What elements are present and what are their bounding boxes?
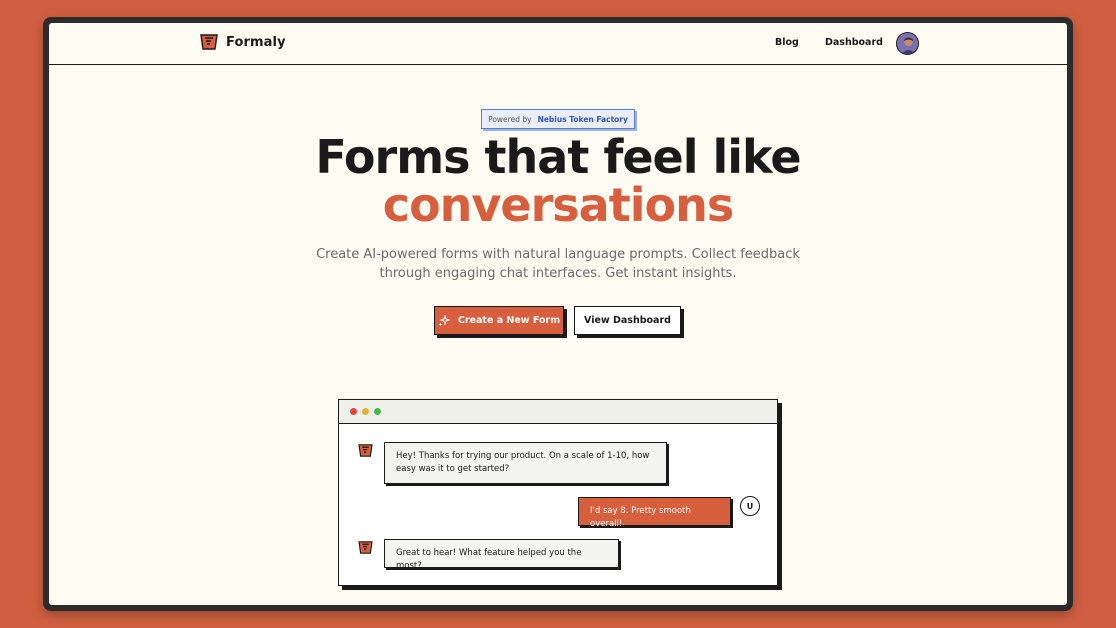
close-dot-icon xyxy=(350,408,357,415)
brand-name: Formaly xyxy=(226,34,286,50)
view-dashboard-button[interactable]: View Dashboard xyxy=(574,306,681,335)
chat-preview-window: Hey! Thanks for trying our product. On a… xyxy=(338,399,778,586)
hero-title: Forms that feel like xyxy=(315,130,801,184)
sparkle-icon xyxy=(438,314,450,326)
hero-subtitle: Create AI-powered forms with natural lan… xyxy=(316,247,800,281)
nav-link-dashboard[interactable]: Dashboard xyxy=(825,37,883,48)
create-form-button[interactable]: Create a New Form xyxy=(434,306,564,335)
user-avatar-icon[interactable] xyxy=(896,32,919,55)
browser-window: Formaly Blog Dashboard Powered by Nebius… xyxy=(43,17,1073,611)
nav-link-blog[interactable]: Blog xyxy=(775,37,799,48)
bot-avatar-icon xyxy=(358,541,373,554)
create-form-label: Create a New Form xyxy=(457,315,561,326)
brand[interactable]: Formaly xyxy=(200,34,286,50)
hero-title-accent: conversations xyxy=(382,178,734,232)
powered-by-badge: Powered by Nebius Token Factory xyxy=(481,109,635,129)
page: Formaly Blog Dashboard Powered by Nebius… xyxy=(49,23,1067,605)
chat-message-bot: Great to hear! What feature helped you t… xyxy=(384,539,619,571)
chat-message-bot: Hey! Thanks for trying our product. On a… xyxy=(384,442,667,484)
maximize-dot-icon xyxy=(374,408,381,415)
chat-title-bar xyxy=(339,400,777,424)
user-initial-avatar: U xyxy=(740,496,760,516)
avatar-image xyxy=(897,33,918,54)
top-nav: Formaly Blog Dashboard xyxy=(49,23,1067,65)
bot-avatar-icon xyxy=(358,444,373,457)
view-dashboard-label: View Dashboard xyxy=(584,315,671,326)
minimize-dot-icon xyxy=(362,408,369,415)
formaly-logo-icon xyxy=(200,34,218,50)
chat-message-user: I'd say 8. Pretty smooth overall! xyxy=(578,497,731,529)
badge-accent: Nebius Token Factory xyxy=(537,114,628,124)
badge-prefix: Powered by xyxy=(488,114,532,124)
